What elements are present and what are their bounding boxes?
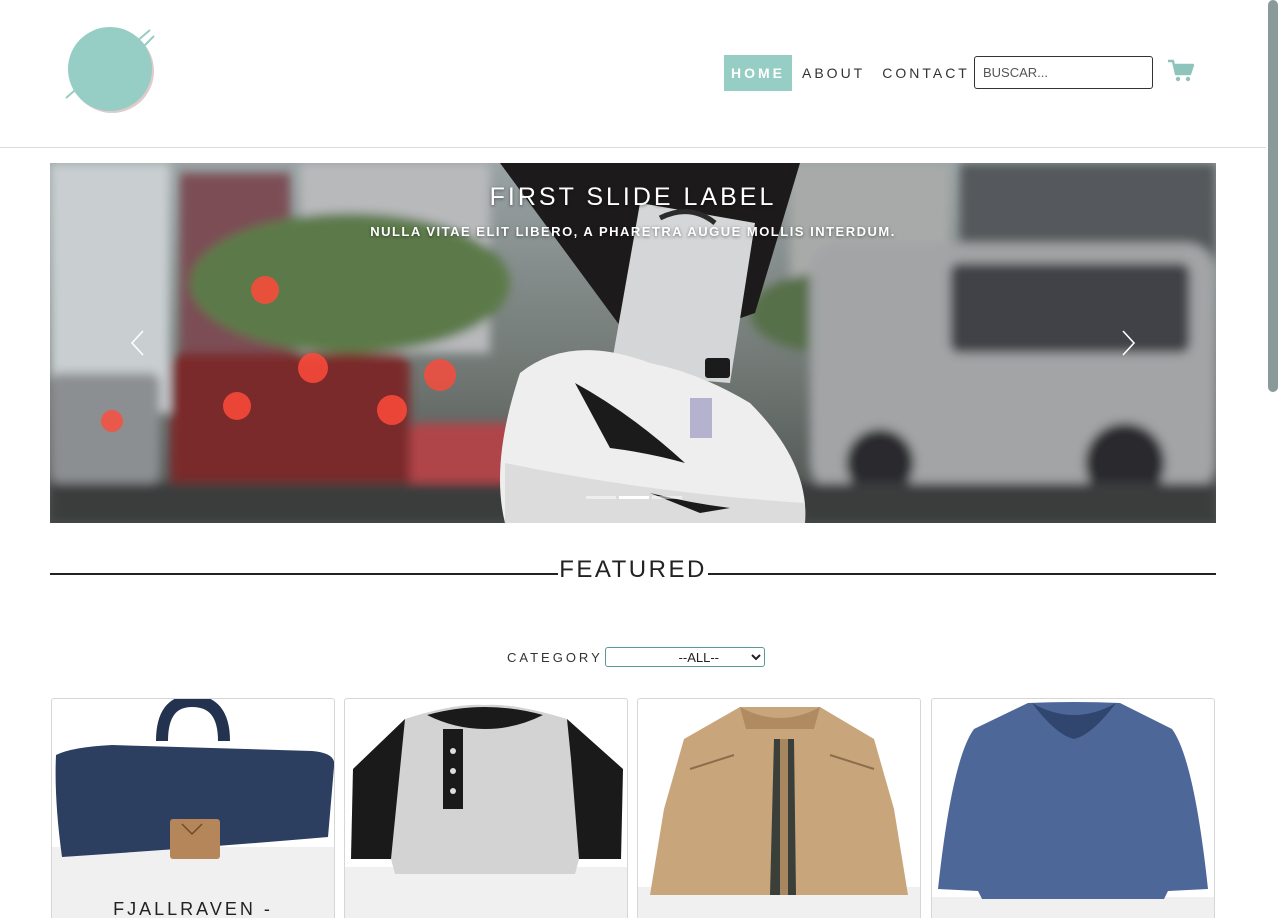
- slide-title: FIRST SLIDE LABEL: [489, 183, 777, 211]
- scrollbar-thumb[interactable]: [1268, 0, 1278, 392]
- nav-about[interactable]: ABOUT: [795, 55, 872, 91]
- nav-contact[interactable]: CONTACT: [875, 55, 977, 91]
- product-image[interactable]: [52, 699, 335, 869]
- product-card[interactable]: [344, 698, 628, 918]
- divider-right: [708, 573, 1216, 575]
- featured-heading: FEATURED: [50, 556, 1216, 586]
- shopping-cart-icon[interactable]: [1167, 57, 1195, 85]
- logo[interactable]: [62, 26, 158, 118]
- product-card[interactable]: FJALLRAVEN - FOLDSACK: [51, 698, 335, 918]
- category-select[interactable]: --ALL--: [604, 647, 765, 667]
- product-grid: FJALLRAVEN - FOLDSACK: [51, 698, 1215, 918]
- divider-left: [50, 573, 558, 575]
- product-name[interactable]: FJALLRAVEN - FOLDSACK: [52, 899, 334, 918]
- product-card[interactable]: [931, 698, 1215, 918]
- carousel-indicator-3[interactable]: [652, 496, 682, 499]
- carousel-prev-icon[interactable]: [118, 323, 158, 363]
- site-header: HOME ABOUT CONTACT: [0, 0, 1266, 148]
- search-input[interactable]: [974, 56, 1153, 89]
- carousel-indicator-2[interactable]: [619, 496, 649, 499]
- carousel-next-icon[interactable]: [1108, 323, 1148, 363]
- product-image[interactable]: [345, 699, 628, 874]
- card-footer: [345, 867, 627, 918]
- hero-carousel: FIRST SLIDE LABEL NULLA VITAE ELIT LIBER…: [50, 163, 1216, 523]
- page-scrollbar[interactable]: [1266, 0, 1280, 918]
- carousel-indicator-1[interactable]: [586, 496, 616, 499]
- category-filter: CATEGORY --ALL--: [507, 647, 765, 667]
- category-label: CATEGORY: [507, 649, 603, 665]
- carousel-indicators: [586, 496, 682, 499]
- featured-title: FEATURED: [559, 556, 707, 583]
- slide-caption: FIRST SLIDE LABEL NULLA VITAE ELIT LIBER…: [50, 183, 1216, 239]
- slide-subtitle: NULLA VITAE ELIT LIBERO, A PHARETRA AUGU…: [370, 224, 896, 239]
- card-footer: [932, 897, 1214, 918]
- product-image[interactable]: [638, 699, 921, 899]
- nav-home[interactable]: HOME: [724, 55, 792, 91]
- product-card[interactable]: [637, 698, 921, 918]
- product-image[interactable]: [932, 699, 1215, 899]
- main-nav: HOME ABOUT CONTACT: [724, 55, 977, 91]
